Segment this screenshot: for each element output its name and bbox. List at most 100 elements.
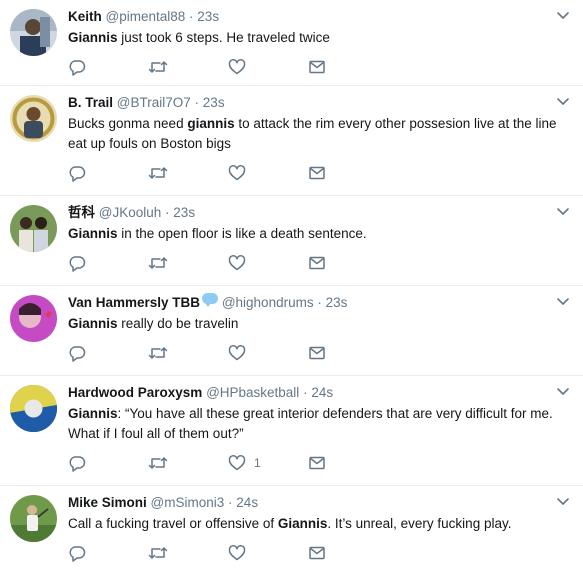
timestamp[interactable]: 23s	[173, 205, 195, 220]
text-segment: Call a fucking travel or offensive of	[68, 516, 278, 531]
tweet[interactable]: Van Hammersly TBB @highondrums · 23s Gia…	[0, 286, 583, 376]
user-handle[interactable]: @HPbasketball	[206, 385, 299, 400]
reply-button[interactable]	[68, 254, 148, 272]
timestamp[interactable]: 23s	[197, 9, 219, 24]
reply-icon	[68, 58, 86, 76]
heart-icon	[228, 58, 246, 76]
tweet-header: 哲科 @JKooluh · 23s	[68, 204, 571, 222]
direct-message-button[interactable]	[308, 254, 388, 272]
like-button[interactable]	[228, 164, 308, 182]
tweet-text: Giannis just took 6 steps. He traveled t…	[68, 28, 571, 48]
reply-button[interactable]	[68, 454, 148, 472]
timestamp[interactable]: 23s	[326, 295, 348, 310]
like-button[interactable]: 1	[228, 454, 308, 472]
retweet-button[interactable]	[148, 544, 228, 562]
chevron-down-icon[interactable]	[555, 494, 571, 510]
speech-bubble-icon	[202, 293, 219, 307]
timestamp[interactable]: 23s	[203, 95, 225, 110]
envelope-icon	[308, 344, 326, 362]
tweet[interactable]: 哲科 @JKooluh · 23s Giannis in the open fl…	[0, 196, 583, 286]
tweet-actions: 1	[68, 444, 571, 482]
direct-message-button[interactable]	[308, 58, 388, 76]
user-handle[interactable]: @JKooluh	[99, 205, 162, 220]
tweet[interactable]: Keith @pimental88 · 23s Giannis just too…	[0, 0, 583, 86]
direct-message-button[interactable]	[308, 164, 388, 182]
text-segment: Giannis	[277, 516, 328, 531]
display-name[interactable]: Hardwood Paroxysm	[68, 385, 202, 400]
text-segment: Bucks gonma need	[68, 116, 188, 131]
chevron-down-icon[interactable]	[555, 204, 571, 220]
display-name[interactable]: Keith	[68, 9, 102, 24]
tweet[interactable]: Hardwood Paroxysm @HPbasketball · 24s Gi…	[0, 376, 583, 486]
text-segment: Giannis	[68, 406, 118, 421]
heart-icon	[228, 254, 246, 272]
tweet-header: Mike Simoni @mSimoni3 · 24s	[68, 494, 571, 512]
chevron-down-icon[interactable]	[555, 384, 571, 400]
text-segment: just took 6 steps. He traveled twice	[117, 30, 330, 45]
tweet-actions	[68, 154, 571, 192]
reply-button[interactable]	[68, 344, 148, 362]
reply-button[interactable]	[68, 58, 148, 76]
timestamp[interactable]: 24s	[311, 385, 333, 400]
avatar[interactable]	[10, 9, 57, 56]
timestamp[interactable]: 24s	[236, 495, 258, 510]
retweet-button[interactable]	[148, 254, 228, 272]
envelope-icon	[308, 58, 326, 76]
display-name[interactable]: Van Hammersly TBB	[68, 295, 200, 310]
avatar[interactable]	[10, 295, 57, 342]
like-button[interactable]	[228, 58, 308, 76]
retweet-icon	[148, 254, 168, 272]
user-handle[interactable]: @mSimoni3	[151, 495, 225, 510]
tweet[interactable]: B. Trail @BTrail7O7 · 23s Bucks gonma ne…	[0, 86, 583, 196]
avatar[interactable]	[10, 205, 57, 252]
like-button[interactable]	[228, 344, 308, 362]
user-handle[interactable]: @pimental88	[106, 9, 186, 24]
like-count: 1	[254, 456, 261, 470]
reply-icon	[68, 544, 86, 562]
reply-button[interactable]	[68, 164, 148, 182]
text-segment: . It’s unreal, every fucking play.	[327, 516, 512, 531]
heart-icon	[228, 544, 246, 562]
chevron-down-icon[interactable]	[555, 94, 571, 110]
retweet-button[interactable]	[148, 344, 228, 362]
avatar[interactable]	[10, 385, 57, 432]
like-button[interactable]	[228, 544, 308, 562]
retweet-icon	[148, 344, 168, 362]
avatar[interactable]	[10, 95, 57, 142]
chevron-down-icon[interactable]	[555, 8, 571, 24]
text-segment: giannis	[187, 116, 235, 131]
envelope-icon	[308, 164, 326, 182]
user-handle[interactable]: @BTrail7O7	[117, 95, 191, 110]
tweet[interactable]: Mike Simoni @mSimoni3 · 24s Call a fucki…	[0, 486, 583, 571]
tweet-text: Call a fucking travel or offensive of Gi…	[68, 514, 571, 534]
text-segment: in the open floor is like a death senten…	[117, 226, 367, 241]
retweet-icon	[148, 58, 168, 76]
like-button[interactable]	[228, 254, 308, 272]
display-name[interactable]: B. Trail	[68, 95, 113, 110]
direct-message-button[interactable]	[308, 454, 388, 472]
reply-button[interactable]	[68, 544, 148, 562]
user-handle[interactable]: @highondrums	[222, 295, 314, 310]
reply-icon	[68, 344, 86, 362]
envelope-icon	[308, 544, 326, 562]
display-name[interactable]: Mike Simoni	[68, 495, 147, 510]
tweet-text: Giannis: “You have all these great inter…	[68, 404, 571, 444]
retweet-button[interactable]	[148, 454, 228, 472]
tweet-actions	[68, 244, 571, 282]
tweet-actions	[68, 334, 571, 372]
chevron-down-icon[interactable]	[555, 294, 571, 310]
separator: ·	[165, 205, 170, 220]
retweet-icon	[148, 454, 168, 472]
direct-message-button[interactable]	[308, 544, 388, 562]
tweet-header: Van Hammersly TBB @highondrums · 23s	[68, 293, 571, 312]
retweet-button[interactable]	[148, 164, 228, 182]
tweet-text: Bucks gonma need giannis to attack the r…	[68, 114, 571, 154]
avatar[interactable]	[10, 495, 57, 542]
retweet-button[interactable]	[148, 58, 228, 76]
separator: ·	[194, 95, 200, 110]
direct-message-button[interactable]	[308, 344, 388, 362]
separator: ·	[228, 495, 233, 510]
envelope-icon	[308, 254, 326, 272]
heart-icon	[228, 454, 246, 472]
display-name[interactable]: 哲科	[68, 205, 95, 220]
